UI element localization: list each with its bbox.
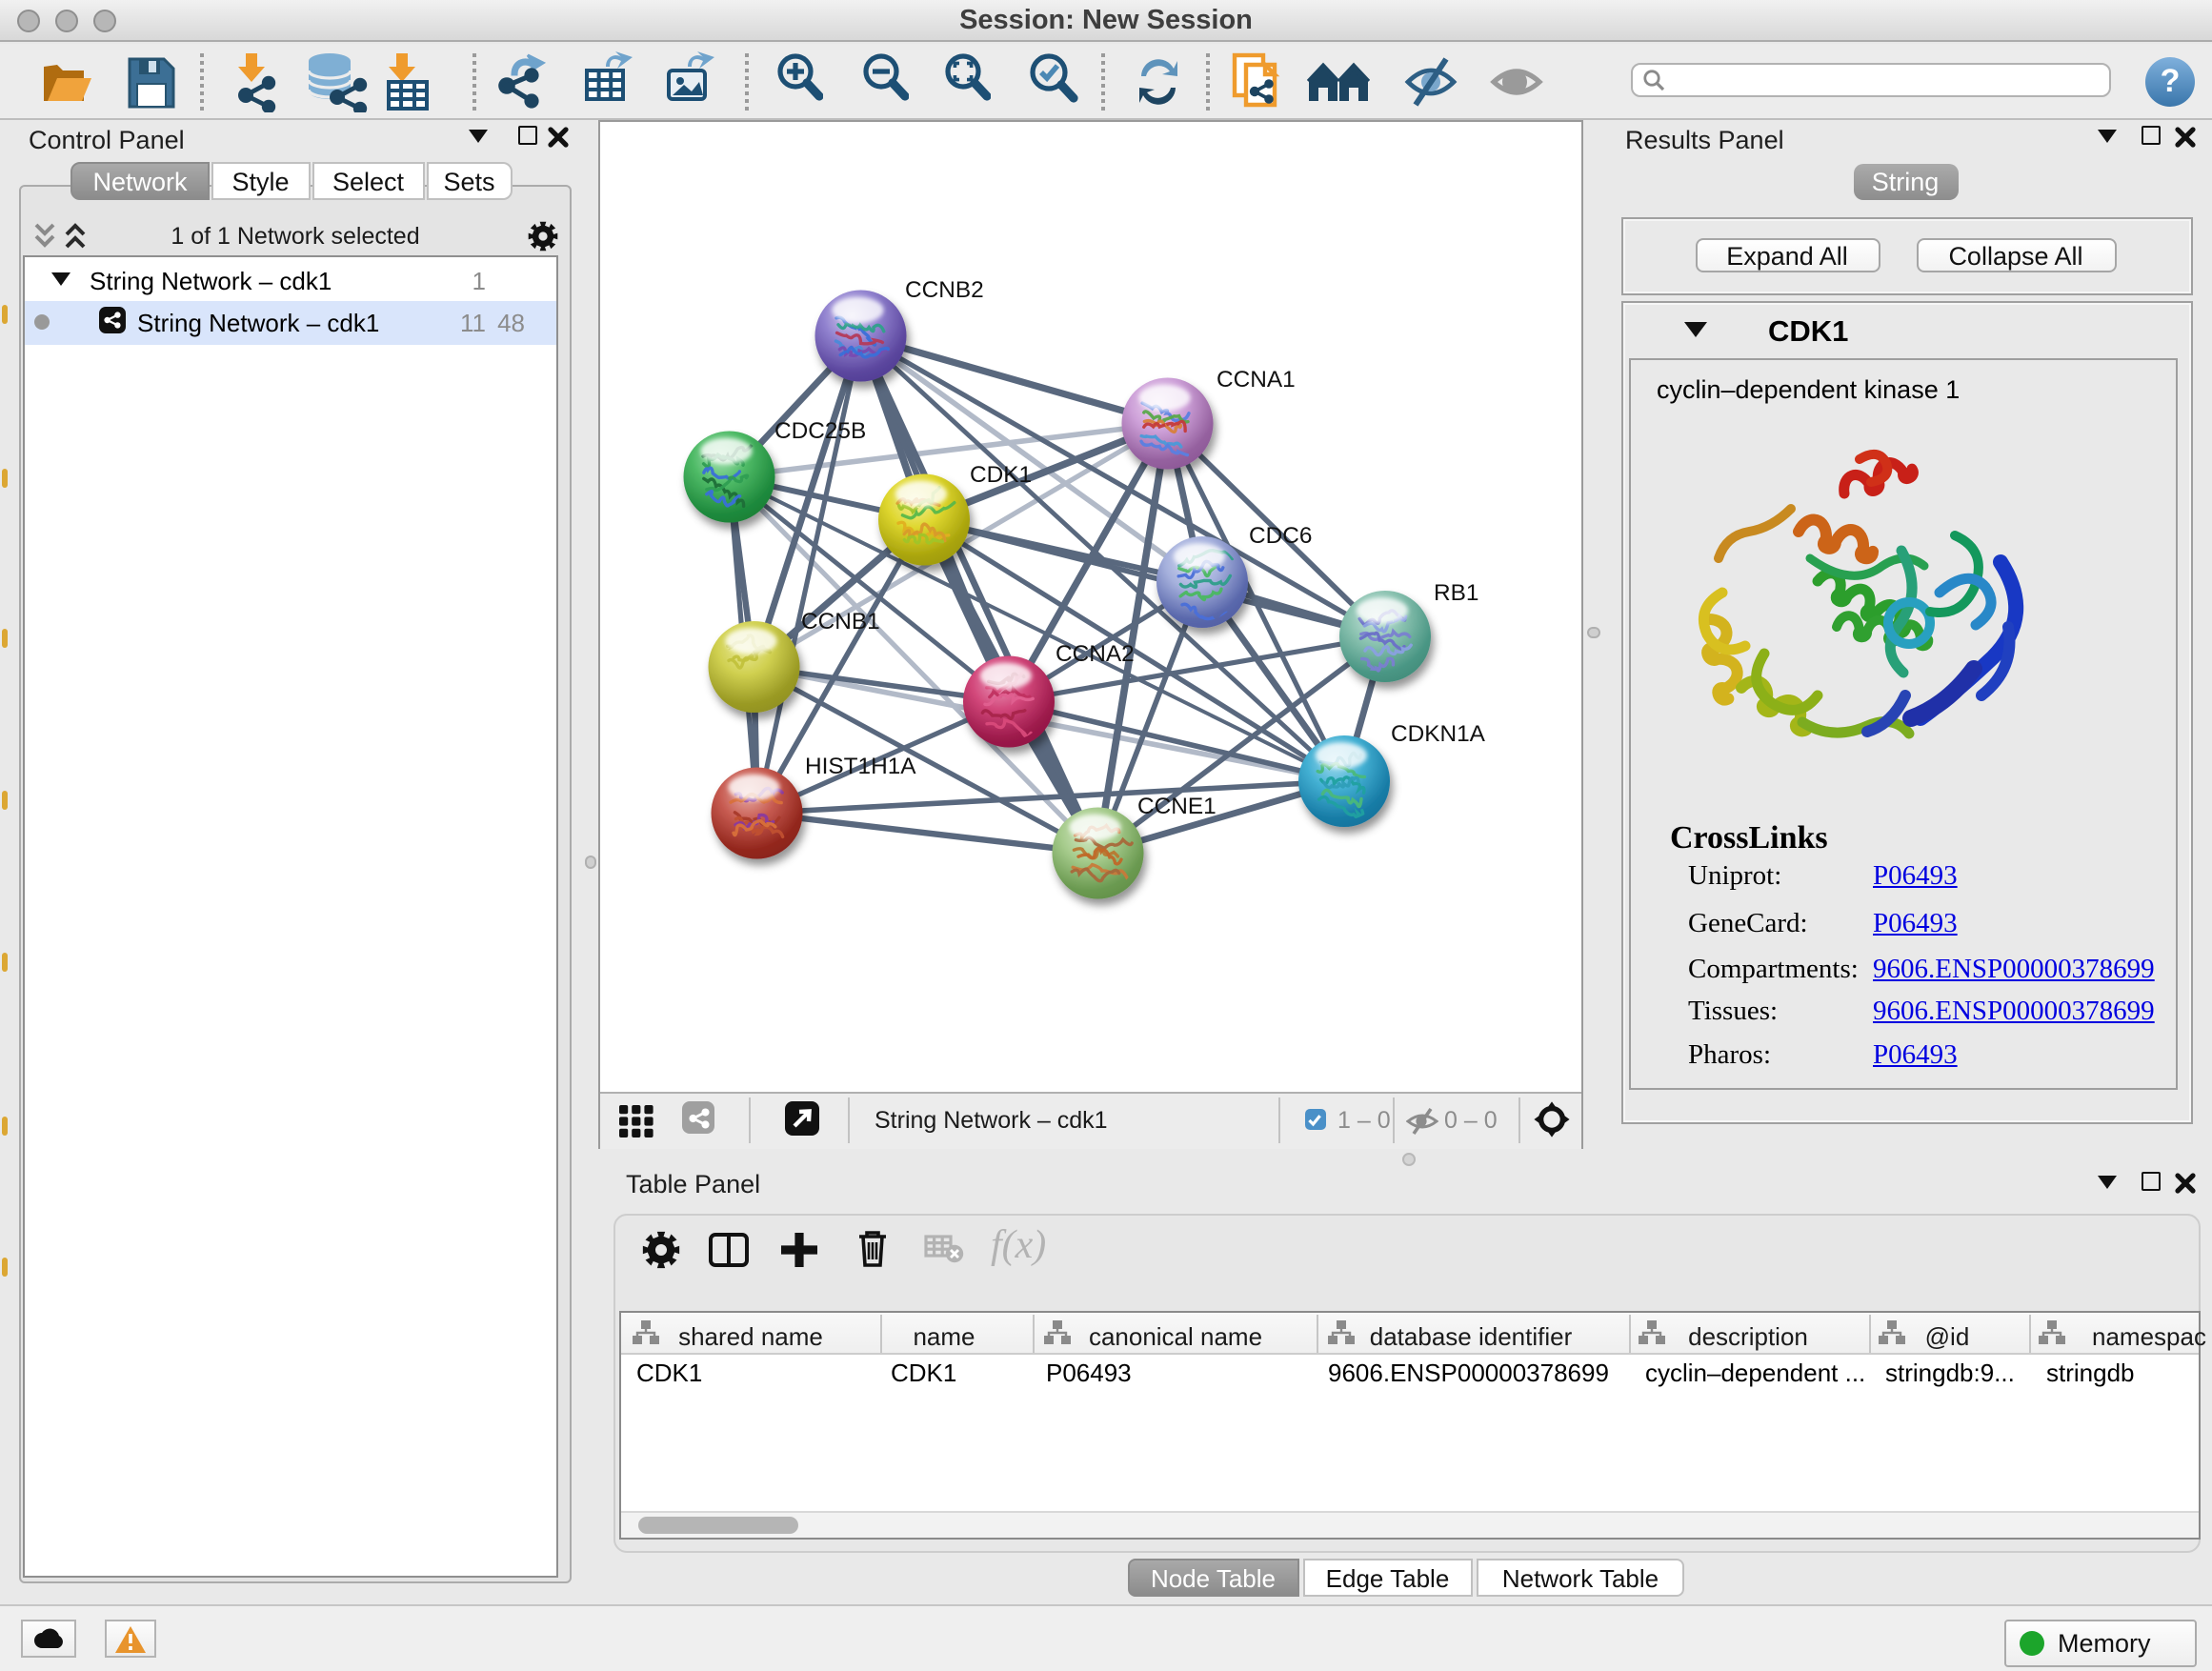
svg-text:CCNB2: CCNB2: [905, 276, 984, 302]
svg-text:CCNE1: CCNE1: [1137, 793, 1217, 818]
svg-text:CDC6: CDC6: [1249, 522, 1312, 548]
svg-text:HIST1H1A: HIST1H1A: [805, 753, 916, 778]
svg-text:CDK1: CDK1: [970, 461, 1032, 487]
svg-text:CDKN1A: CDKN1A: [1391, 720, 1486, 746]
svg-text:CCNB1: CCNB1: [801, 608, 880, 634]
svg-text:CCNA1: CCNA1: [1217, 366, 1296, 392]
svg-text:RB1: RB1: [1434, 579, 1478, 605]
svg-text:CDC25B: CDC25B: [774, 417, 866, 443]
svg-text:CCNA2: CCNA2: [1056, 640, 1135, 666]
